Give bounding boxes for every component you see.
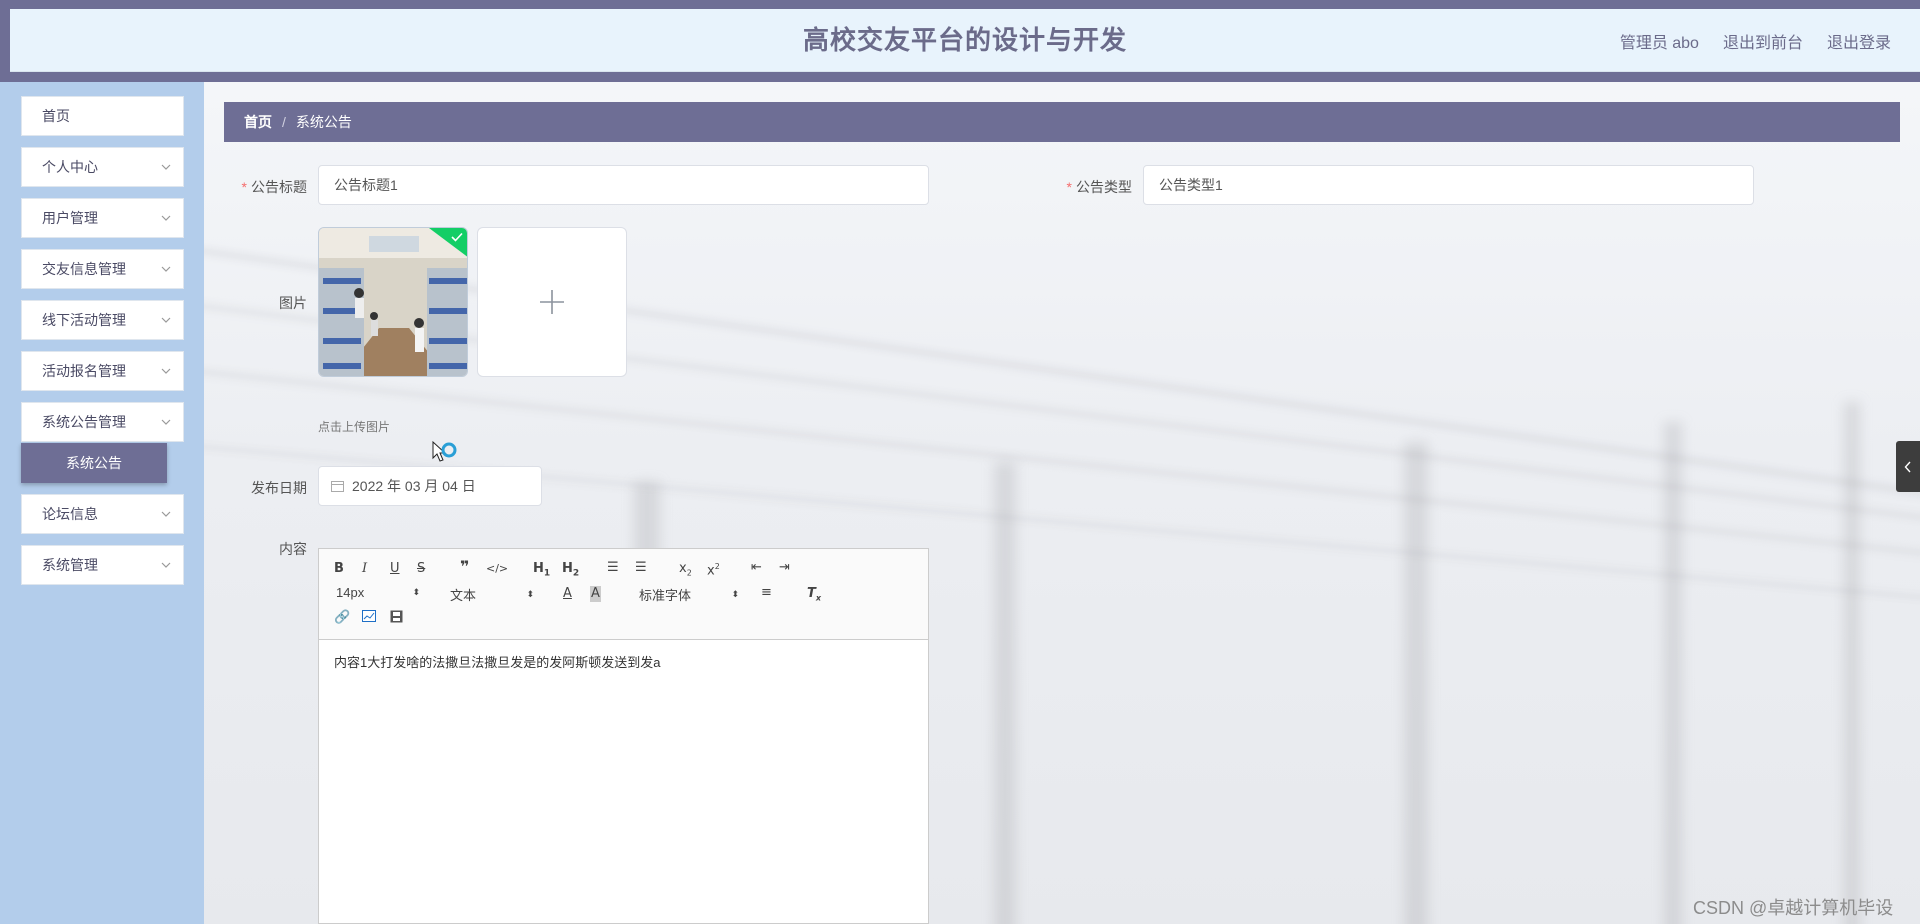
exit-to-front-link[interactable]: 退出到前台 (1723, 29, 1803, 53)
ordered-list-icon[interactable]: ☰ (607, 560, 619, 576)
sidebar-item-label: 系统管理 (42, 557, 98, 573)
bullet-list-icon[interactable]: ☰ (635, 560, 647, 576)
breadcrumb-separator: / (282, 114, 286, 130)
code-block-icon[interactable]: </> (486, 561, 508, 577)
select-arrows-icon: ⬍ (526, 589, 534, 599)
font-family-select[interactable]: 标准字体 ⬍ (639, 585, 739, 604)
breadcrumb-home[interactable]: 首页 (244, 114, 272, 130)
font-family-value: 标准字体 (639, 588, 692, 603)
type-input[interactable]: 公告类型1 (1143, 165, 1754, 205)
sidebar-item-dating-info[interactable]: 交友信息管理 (21, 249, 184, 289)
sidebar-item-label: 交友信息管理 (42, 261, 126, 277)
csdn-watermark: CSDN @卓越计算机毕设 (1693, 898, 1894, 918)
strike-icon[interactable]: S (417, 561, 425, 577)
top-header: 高校交友平台的设计与开发 管理员 abo 退出到前台 退出登录 (0, 0, 1920, 82)
title-input[interactable]: 公告标题1 (318, 165, 929, 205)
content-label: 内容 (279, 541, 307, 557)
align-icon[interactable]: ≡ (761, 585, 772, 601)
header-select[interactable]: 文本 ⬍ (450, 585, 534, 604)
select-arrows-icon: ⬍ (731, 589, 739, 599)
sidebar-item-home[interactable]: 首页 (21, 96, 184, 136)
chevron-down-icon (161, 250, 171, 288)
clear-format-icon[interactable]: Tx (807, 586, 821, 607)
sidebar-item-label: 系统公告管理 (42, 414, 126, 430)
chevron-down-icon (161, 199, 171, 237)
admin-user-label[interactable]: 管理员 abo (1620, 29, 1699, 53)
side-panel-toggle[interactable] (1896, 441, 1920, 492)
sidebar-item-system-management[interactable]: 系统管理 (21, 545, 184, 585)
underline-icon[interactable]: U (390, 561, 400, 577)
type-label-text: 公告类型 (1076, 179, 1132, 195)
chevron-left-icon (1904, 461, 1911, 472)
upload-tip: 点击上传图片 (318, 420, 391, 434)
font-color-icon[interactable]: A (563, 586, 572, 602)
subscript-icon[interactable]: x2 (679, 561, 692, 582)
image-icon[interactable] (362, 610, 376, 627)
sidebar-item-activity-signup[interactable]: 活动报名管理 (21, 351, 184, 391)
required-asterisk: * (1066, 179, 1072, 195)
outdent-icon[interactable]: ⇤ (751, 560, 762, 576)
header-inner: 高校交友平台的设计与开发 管理员 abo 退出到前台 退出登录 (10, 9, 1920, 72)
sidebar-item-label: 线下活动管理 (42, 312, 126, 328)
sidebar-item-label: 论坛信息 (42, 506, 98, 522)
blockquote-icon[interactable]: ❞ (460, 559, 469, 575)
plus-icon (540, 290, 564, 314)
check-icon (451, 232, 463, 242)
image-label: 图片 (279, 295, 307, 311)
logout-link[interactable]: 退出登录 (1827, 29, 1891, 53)
video-icon[interactable] (390, 610, 403, 628)
required-asterisk: * (241, 179, 247, 195)
header1-icon[interactable]: H1 (533, 561, 550, 582)
header-select-value: 文本 (450, 588, 477, 603)
italic-icon[interactable]: I (362, 561, 367, 577)
sidebar-item-label: 首页 (42, 108, 70, 124)
upload-add-button[interactable] (477, 227, 627, 377)
title-label: * 公告标题 (232, 177, 307, 197)
background-color-icon[interactable]: A (590, 586, 601, 602)
sidebar-item-label: 用户管理 (42, 210, 98, 226)
calendar-icon (331, 481, 344, 492)
select-arrows-icon: ⬍ (412, 587, 420, 597)
sidebar-item-label: 活动报名管理 (42, 363, 126, 379)
header2-icon[interactable]: H2 (562, 561, 579, 582)
date-label: 发布日期 (251, 480, 307, 496)
sidebar-item-label: 个人中心 (42, 159, 98, 175)
chevron-down-icon (161, 403, 171, 441)
superscript-icon[interactable]: x2 (707, 559, 720, 579)
date-value: 2022 年 03 月 04 日 (352, 478, 476, 494)
sidebar-item-user-management[interactable]: 用户管理 (21, 198, 184, 238)
sidebar-item-personal-center[interactable]: 个人中心 (21, 147, 184, 187)
busy-cursor-icon (432, 440, 457, 462)
chevron-down-icon (161, 352, 171, 390)
publish-date-picker[interactable]: 2022 年 03 月 04 日 (318, 466, 542, 506)
sidebar-item-forum[interactable]: 论坛信息 (21, 494, 184, 534)
font-size-select[interactable]: 14px ⬍ (336, 585, 420, 600)
link-icon[interactable]: 🔗 (334, 610, 350, 626)
chevron-down-icon (161, 148, 171, 186)
sidebar-item-announcement-management[interactable]: 系统公告管理 (21, 402, 184, 442)
editor-toolbar: B I U S ❞ </> H1 H2 ☰ ☰ x2 x2 ⇤ ⇥ 14px ⬍ … (319, 549, 928, 640)
sidebar-item-offline-activities[interactable]: 线下活动管理 (21, 300, 184, 340)
dormitory-photo (319, 228, 467, 376)
font-size-value: 14px (336, 585, 365, 600)
chevron-down-icon (161, 495, 171, 533)
sidebar-subitem-announcement[interactable]: 系统公告 (21, 443, 167, 483)
uploaded-image-thumbnail[interactable] (318, 227, 468, 377)
chevron-down-icon (161, 546, 171, 584)
chevron-down-icon (161, 301, 171, 339)
type-label: * 公告类型 (1057, 177, 1132, 197)
breadcrumb: 首页 / 系统公告 (224, 102, 1900, 142)
breadcrumb-current: 系统公告 (295, 114, 352, 130)
header-links: 管理员 abo 退出到前台 退出登录 (1620, 9, 1891, 72)
editor-content[interactable]: 内容1大打发啥的法撒旦法撒旦发是的发阿斯顿发送到发a (319, 640, 928, 683)
indent-icon[interactable]: ⇥ (779, 560, 790, 576)
bold-icon[interactable]: B (334, 561, 344, 577)
rich-text-editor: B I U S ❞ </> H1 H2 ☰ ☰ x2 x2 ⇤ ⇥ 14px ⬍ … (318, 548, 929, 924)
title-label-text: 公告标题 (251, 179, 307, 195)
